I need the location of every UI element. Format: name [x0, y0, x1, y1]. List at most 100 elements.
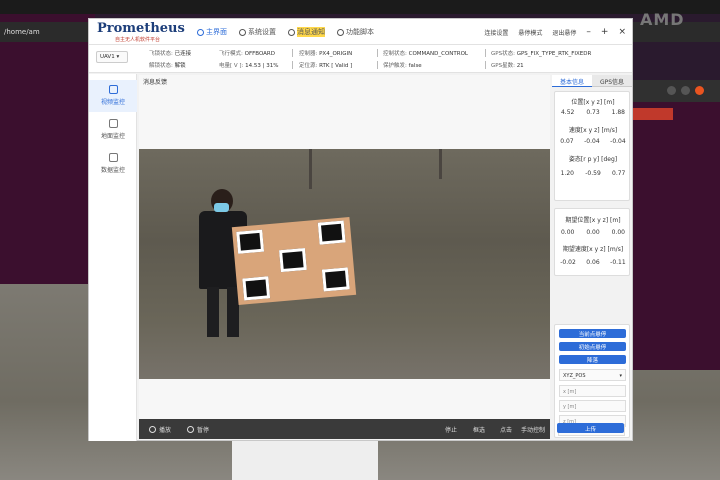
desired-velocity-label: 期望速度[x y z] [m/s]: [562, 246, 624, 253]
close-icon[interactable]: [695, 86, 704, 95]
sidebar-item-video[interactable]: 视频监控: [89, 80, 137, 112]
sidebar-item-data[interactable]: 数据监控: [89, 148, 137, 180]
tab-label: 系统设置: [248, 28, 276, 36]
background-terminal-right: [625, 80, 720, 370]
background-board: [232, 440, 378, 480]
mode-select[interactable]: XYZ_POS ▾: [559, 369, 626, 381]
minimize-icon[interactable]: [667, 86, 676, 95]
status-key: 飞行模式:: [219, 51, 243, 57]
mode-select-value: XYZ_POS: [563, 373, 586, 379]
stop-button[interactable]: 停止: [445, 425, 457, 434]
bell-icon: [288, 28, 295, 36]
desired-vz: -0.11: [610, 259, 626, 266]
sidebar-item-ground[interactable]: 地面监控: [89, 114, 137, 146]
position-values: 4.52 0.73 1.88: [555, 109, 631, 116]
message-feedback-title: 消息反馈: [143, 79, 168, 86]
status-key: GPS状态:: [491, 51, 515, 57]
sidebar-item-label: 地面监控: [100, 133, 125, 140]
tab-basic-info[interactable]: 基本信息: [552, 75, 592, 87]
desired-z: 0.00: [611, 229, 625, 236]
header-actions: 连接设置 悬停模式 退出悬停 – + ×: [484, 27, 626, 37]
status-key: GPS星数:: [491, 63, 515, 69]
velocity-x: 0.07: [560, 138, 574, 145]
app-window: Prometheus 自主无人机软件平台 主界面 系统设置 消息通知 功能脚本 …: [88, 18, 633, 441]
position-label: 位置[x y z] [m]: [571, 99, 615, 106]
play-label: 播放: [159, 427, 172, 434]
status-key: 电量[ V ]:: [219, 63, 244, 69]
sidebar: 视频监控 地面监控 数据监控: [89, 74, 137, 441]
uav-select-value: UAV1: [100, 54, 115, 60]
y-input[interactable]: y [m]: [559, 400, 626, 412]
status-value: 已连接: [174, 51, 192, 57]
status-item: GPS状态: GPS_FIX_TYPE_RTK_FIXEDR: [491, 49, 591, 57]
right-panel: 基本信息 GPS信息 位置[x y z] [m] 4.52 0.73 1.88 …: [552, 75, 632, 440]
video-controls: 播放 暂停 停止 框选 点击 手动控制: [139, 419, 550, 439]
status-value: GPS_FIX_TYPE_RTK_FIXEDR: [516, 51, 592, 57]
desired-vy: 0.06: [586, 259, 600, 266]
upload-button[interactable]: 上传: [557, 423, 624, 433]
close-button[interactable]: ×: [618, 27, 626, 37]
video-feed[interactable]: [139, 149, 550, 379]
play-icon: [149, 426, 156, 433]
divider: [377, 61, 378, 69]
tab-scripts[interactable]: 功能脚本: [337, 27, 374, 37]
pause-button[interactable]: 暂停: [187, 425, 209, 434]
desired-velocity-values: -0.02 0.06 -0.11: [555, 259, 631, 266]
exit-hover-button[interactable]: 退出悬停: [552, 28, 576, 37]
map-pin-icon: [108, 119, 118, 128]
position-x: 4.52: [560, 109, 575, 116]
status-key: 保护触发:: [383, 63, 407, 69]
status-key: 定位源:: [299, 63, 318, 69]
divider: [485, 49, 486, 57]
attitude-pitch: -0.59: [585, 170, 601, 177]
land-button[interactable]: 降落: [559, 355, 626, 364]
tab-gps-info[interactable]: GPS信息: [592, 75, 632, 87]
tab-main[interactable]: 主界面: [197, 27, 227, 37]
title-bar: Prometheus 自主无人机软件平台 主界面 系统设置 消息通知 功能脚本 …: [89, 19, 632, 45]
box-select-button[interactable]: 框选: [473, 425, 485, 434]
connect-settings-button[interactable]: 连接设置: [484, 28, 508, 37]
status-item: GPS星数: 21: [491, 61, 524, 69]
minimize-button[interactable]: –: [586, 27, 591, 37]
camera-icon: [108, 85, 118, 94]
velocity-label: 速度[x y z] [m/s]: [568, 127, 618, 134]
status-key: 飞锁状态:: [149, 51, 173, 57]
current-hover-button[interactable]: 当前点悬停: [559, 329, 626, 338]
divider: [292, 61, 293, 69]
main-nav: 主界面 系统设置 消息通知 功能脚本: [197, 27, 374, 37]
manual-control-button[interactable]: 手动控制: [521, 425, 545, 434]
logo: Prometheus 自主无人机软件平台: [97, 21, 187, 43]
aruco-marker: [279, 247, 307, 273]
status-value: 14.53 | 31%: [245, 63, 279, 69]
network-icon: [108, 153, 118, 162]
status-value: RTK [ Valid ]: [319, 63, 353, 69]
maximize-button[interactable]: +: [601, 27, 609, 37]
hover-mode-button[interactable]: 悬停模式: [518, 28, 542, 37]
status-value: COMMAND_CONTROL: [408, 51, 468, 57]
maximize-icon[interactable]: [681, 86, 690, 95]
status-item: 定位源: RTK [ Valid ]: [299, 61, 352, 69]
home-icon: [197, 28, 204, 36]
status-item: 飞锁状态: 已连接: [149, 49, 191, 57]
tab-notifications[interactable]: 消息通知: [288, 27, 325, 37]
status-value: OFFBOARD: [244, 51, 275, 57]
x-input[interactable]: x [m]: [559, 385, 626, 397]
uav-select[interactable]: UAV1 ▾: [96, 51, 128, 63]
attitude-values: 1.20 -0.59 0.77: [555, 170, 631, 177]
play-button[interactable]: 播放: [149, 425, 171, 434]
logo-main-text: Prometheus: [97, 21, 185, 36]
init-hover-button[interactable]: 初始点悬停: [559, 342, 626, 351]
tab-settings[interactable]: 系统设置: [239, 27, 276, 37]
background-terminal-left: [0, 14, 95, 284]
divider: [377, 49, 378, 57]
aruco-marker: [236, 229, 265, 254]
status-item: 控制状态: COMMAND_CONTROL: [383, 49, 468, 57]
attitude-label: 姿态[r p y] [deg]: [568, 156, 618, 163]
aruco-marker: [321, 267, 350, 292]
attitude-yaw: 0.77: [612, 170, 626, 177]
video-panel: 消息反馈 播放 暂停 停止 框选 点击 手动控制: [139, 75, 550, 439]
point-select-button[interactable]: 点击: [500, 425, 512, 434]
status-bar: UAV1 ▾ 飞锁状态: 已连接 飞行模式: OFFBOARD 控制器: PX4…: [89, 45, 632, 73]
attitude-roll: 1.20: [560, 170, 574, 177]
control-card: 当前点悬停 初始点悬停 降落 XYZ_POS ▾ x [m] y [m] z [m…: [554, 324, 630, 438]
